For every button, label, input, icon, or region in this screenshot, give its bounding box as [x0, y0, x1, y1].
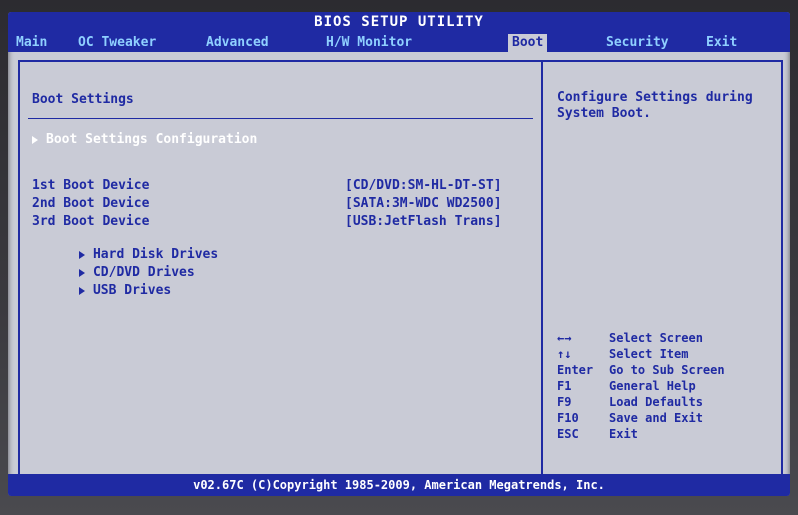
- bios-screen: BIOS SETUP UTILITY Main OC Tweaker Advan…: [8, 12, 790, 496]
- copyright-footer: v02.67C (C)Copyright 1985-2009, American…: [8, 474, 790, 496]
- key-row: F10 Save and Exit: [557, 410, 777, 426]
- tab-main[interactable]: Main: [12, 34, 51, 52]
- boot-device-2-label[interactable]: 2nd Boot Device: [32, 196, 149, 211]
- key-f9: F9: [557, 395, 572, 409]
- submenu-arrow-icon: [78, 286, 85, 295]
- arrow-left-right-icon: ←→: [557, 331, 572, 345]
- key-row: F9 Load Defaults: [557, 394, 777, 410]
- tab-hw-monitor[interactable]: H/W Monitor: [322, 34, 416, 52]
- key-legend: ←→ Select Screen ↑↓ Select Item Enter Go…: [557, 330, 777, 442]
- key-esc: ESC: [557, 427, 579, 441]
- key-desc: General Help: [609, 379, 696, 393]
- key-f1: F1: [557, 379, 572, 393]
- key-desc: Select Screen: [609, 331, 703, 345]
- divider: [28, 118, 533, 119]
- key-desc: Load Defaults: [609, 395, 703, 409]
- submenu-usb-drives[interactable]: USB Drives: [32, 268, 171, 313]
- tab-oc-tweaker[interactable]: OC Tweaker: [74, 34, 160, 52]
- key-desc: Go to Sub Screen: [609, 363, 725, 377]
- help-text: Configure Settings during System Boot.: [557, 90, 753, 121]
- key-row: ESC Exit: [557, 426, 777, 442]
- tab-bar: Main OC Tweaker Advanced H/W Monitor Boo…: [8, 34, 790, 52]
- submenu-arrow-icon: [32, 135, 38, 144]
- key-desc: Exit: [609, 427, 638, 441]
- key-row: Enter Go to Sub Screen: [557, 362, 777, 378]
- menu-item-label: Boot Settings Configuration: [46, 132, 258, 147]
- title-bar: BIOS SETUP UTILITY Main OC Tweaker Advan…: [8, 12, 790, 52]
- key-desc: Save and Exit: [609, 411, 703, 425]
- arrow-up-down-icon: ↑↓: [557, 347, 572, 361]
- page-title: Boot Settings: [32, 92, 134, 107]
- app-title: BIOS SETUP UTILITY: [314, 14, 484, 30]
- tab-security[interactable]: Security: [602, 34, 673, 52]
- key-enter: Enter: [557, 363, 594, 377]
- boot-device-1-label[interactable]: 1st Boot Device: [32, 178, 149, 193]
- tab-advanced[interactable]: Advanced: [202, 34, 273, 52]
- key-row: ↑↓ Select Item: [557, 346, 777, 362]
- boot-device-3-label[interactable]: 3rd Boot Device: [32, 214, 149, 229]
- tab-exit[interactable]: Exit: [702, 34, 741, 52]
- menu-item-boot-settings-configuration[interactable]: Boot Settings Configuration: [32, 132, 257, 147]
- boot-device-3-value[interactable]: [USB:JetFlash Trans]: [345, 214, 502, 229]
- tab-boot[interactable]: Boot: [508, 34, 548, 52]
- settings-content: Boot Settings Boot Settings Configuratio…: [20, 60, 541, 476]
- boot-device-1-value[interactable]: [CD/DVD:SM-HL-DT-ST]: [345, 178, 502, 193]
- key-f10: F10: [557, 411, 579, 425]
- submenu-label: USB Drives: [92, 283, 172, 298]
- key-row: F1 General Help: [557, 378, 777, 394]
- help-content: Configure Settings during System Boot. ←…: [543, 60, 783, 476]
- key-row: ←→ Select Screen: [557, 330, 777, 346]
- key-desc: Select Item: [609, 347, 689, 361]
- boot-device-2-value[interactable]: [SATA:3M-WDC WD2500]: [345, 196, 502, 211]
